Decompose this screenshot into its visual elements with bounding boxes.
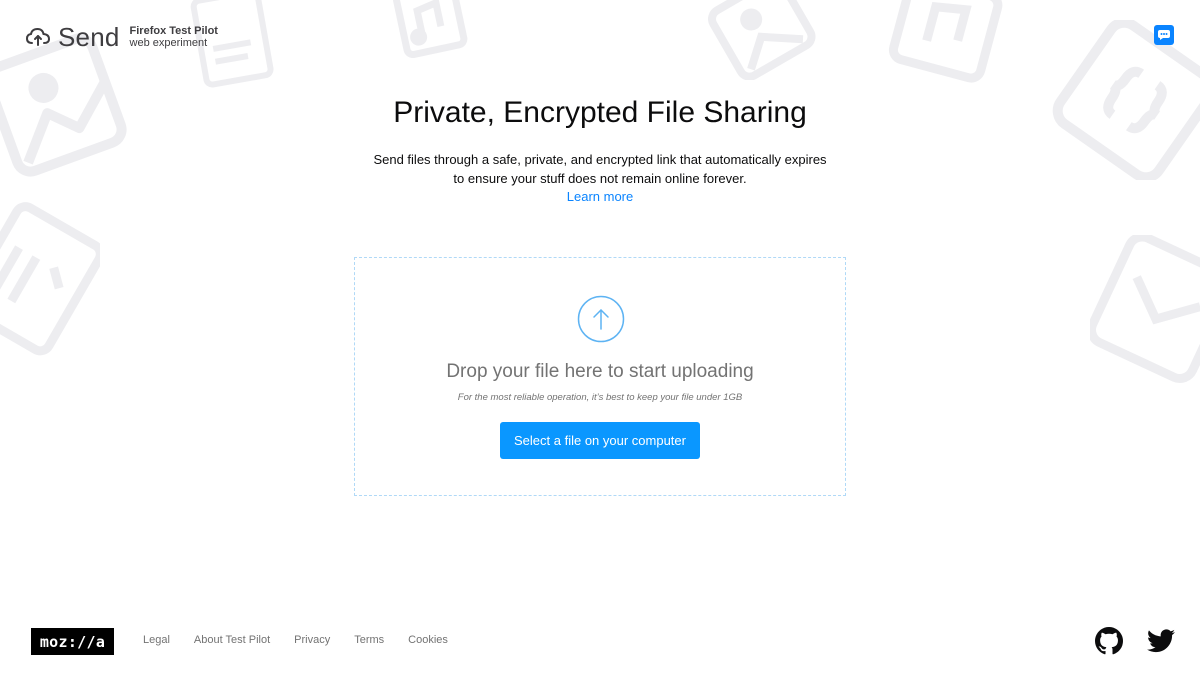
footer-link-terms[interactable]: Terms <box>354 634 384 646</box>
drop-zone-title: Drop your file here to start uploading <box>446 361 754 382</box>
background-music-file-icon <box>392 0 472 58</box>
page-title: Private, Encrypted File Sharing <box>393 96 807 129</box>
background-mail-file-icon <box>1090 235 1200 385</box>
footer-link-legal[interactable]: Legal <box>143 634 170 646</box>
background-document-icon-2 <box>0 200 100 360</box>
footer-links: Legal About Test Pilot Privacy Terms Coo… <box>143 634 472 646</box>
page: Send Firefox Test Pilot web experiment P… <box>0 0 1200 688</box>
learn-more-link[interactable]: Learn more <box>0 189 1200 204</box>
test-pilot-badge[interactable]: Firefox Test Pilot web experiment <box>130 25 218 49</box>
header: Send Firefox Test Pilot web experiment <box>25 24 218 50</box>
page-description: Send files through a safe, private, and … <box>373 152 827 186</box>
select-file-button[interactable]: Select a file on your computer <box>500 422 700 459</box>
background-music-file-icon-2 <box>880 0 1010 85</box>
github-icon[interactable] <box>1095 627 1123 655</box>
app-logo-text[interactable]: Send <box>58 24 120 50</box>
background-image-file-icon-2 <box>708 0 818 80</box>
mozilla-logo[interactable]: moz://a <box>31 628 114 655</box>
upload-arrow-icon <box>577 295 625 343</box>
test-pilot-title: Firefox Test Pilot <box>129 24 218 37</box>
chat-bubble-icon <box>1158 30 1170 40</box>
footer-link-privacy[interactable]: Privacy <box>294 634 330 646</box>
twitter-icon[interactable] <box>1147 629 1175 657</box>
send-cloud-logo-icon[interactable] <box>25 25 51 49</box>
feedback-button[interactable] <box>1154 25 1174 45</box>
footer-link-cookies[interactable]: Cookies <box>408 634 448 646</box>
footer-link-about-test-pilot[interactable]: About Test Pilot <box>194 634 270 646</box>
test-pilot-subtitle: web experiment <box>129 37 208 49</box>
upload-drop-zone[interactable]: Drop your file here to start uploading F… <box>354 257 846 496</box>
file-size-note: For the most reliable operation, it’s be… <box>457 392 743 403</box>
